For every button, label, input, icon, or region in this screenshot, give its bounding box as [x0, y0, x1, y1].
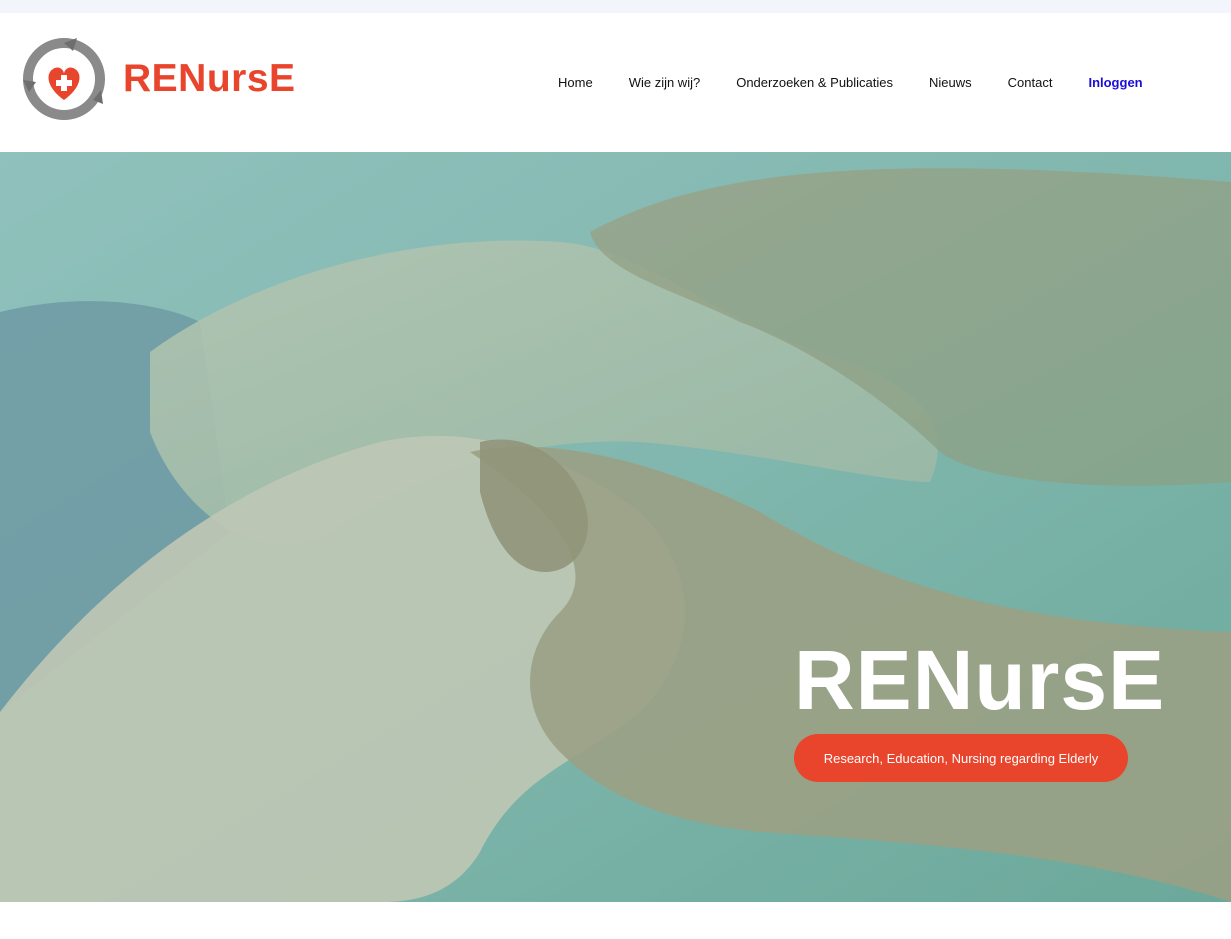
logo-link[interactable]: RENursE — [19, 34, 296, 124]
nav-contact[interactable]: Contact — [1008, 75, 1053, 91]
hero-title: RENursE — [794, 633, 1166, 727]
hero-image — [0, 152, 1231, 902]
nav-news[interactable]: Nieuws — [929, 75, 972, 91]
nav-home[interactable]: Home — [558, 75, 593, 91]
main-nav: Home Wie zijn wij? Onderzoeken & Publica… — [558, 75, 1179, 91]
site-header: RENursE Home Wie zijn wij? Onderzoeken &… — [0, 13, 1231, 152]
tagline-button[interactable]: Research, Education, Nursing regarding E… — [794, 734, 1128, 782]
nav-login[interactable]: Inloggen — [1088, 75, 1142, 91]
logo-icon — [19, 34, 109, 124]
hero-banner: RENursE Research, Education, Nursing reg… — [0, 152, 1231, 902]
nav-research[interactable]: Onderzoeken & Publicaties — [736, 75, 893, 91]
top-strip — [0, 0, 1231, 13]
logo-text: RENursE — [123, 57, 296, 100]
nav-about[interactable]: Wie zijn wij? — [629, 75, 701, 91]
